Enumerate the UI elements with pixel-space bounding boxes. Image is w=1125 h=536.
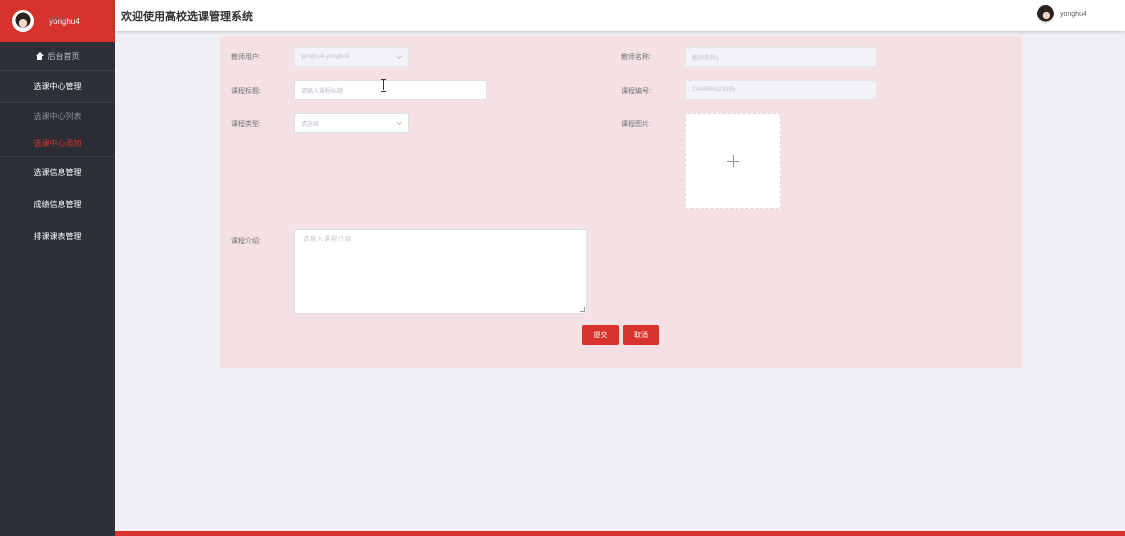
bottom-accent-bar xyxy=(115,531,1125,536)
header-username[interactable]: yonghu4 xyxy=(1060,11,1087,18)
top-bar: 欢迎使用高校选课管理系统 yonghu4 xyxy=(115,0,1125,31)
sidebar-item-label: 选课中心列表 xyxy=(33,112,82,121)
sidebar-item-grade-info[interactable]: 成绩信息管理 xyxy=(0,189,115,221)
sidebar-item-label: 选课中心添加 xyxy=(33,139,82,148)
course-intro-label: 课程介绍: xyxy=(231,238,261,245)
plus-icon xyxy=(727,155,739,167)
sidebar-user-header: 用户名 yonghu4 xyxy=(0,0,115,42)
avatar-image xyxy=(14,12,32,30)
teacher-name-placeholder: 教师名称1 xyxy=(692,55,720,62)
user-avatar[interactable] xyxy=(1037,5,1054,24)
teacher-name-label: 教师名称: xyxy=(621,54,651,61)
submit-button[interactable]: 提交 xyxy=(582,325,619,345)
course-image-label: 课程图片: xyxy=(621,121,651,128)
course-title-input[interactable]: 请输入课程标题 xyxy=(294,80,487,100)
home-icon xyxy=(35,52,44,60)
sidebar-item-course-center-add[interactable]: 选课中心添加 xyxy=(0,130,115,157)
course-title-label: 课程标题: xyxy=(231,88,261,95)
course-type-select[interactable]: 请选择 xyxy=(294,113,409,133)
course-title-placeholder: 请输入课程标题 xyxy=(301,88,344,95)
teacher-user-label: 教师用户: xyxy=(231,54,261,61)
teacher-user-select[interactable]: yonghu4-yonghu4 xyxy=(294,47,409,67)
course-no-field[interactable]: 1744594113395 xyxy=(685,80,877,100)
avatar[interactable] xyxy=(12,10,34,32)
chevron-down-icon xyxy=(396,119,402,126)
cancel-button[interactable]: 取消 xyxy=(623,325,659,345)
sidebar-item-label: 选课信息管理 xyxy=(33,168,82,177)
course-intro-placeholder: 请输入课程介绍 xyxy=(303,237,353,243)
course-no-value: 1744594113395 xyxy=(692,87,735,93)
sidebar-item-label: 排课课表管理 xyxy=(33,232,82,241)
sidebar-user-info: 用户名 yonghu4 xyxy=(49,16,80,27)
resize-handle-icon[interactable] xyxy=(580,307,585,312)
sidebar-item-label: 后台首页 xyxy=(47,52,80,61)
course-type-placeholder: 请选择 xyxy=(301,121,320,128)
sidebar-item-home[interactable]: 后台首页 xyxy=(0,42,115,71)
sidebar-item-course-center[interactable]: 选课中心管理 xyxy=(0,71,115,103)
course-image-upload[interactable] xyxy=(685,113,781,209)
sidebar-item-label: 选课中心管理 xyxy=(33,82,82,91)
teacher-name-field[interactable]: 教师名称1 xyxy=(685,47,877,67)
chevron-down-icon xyxy=(396,53,402,60)
course-no-label: 课程编号: xyxy=(621,88,651,95)
sidebar-item-schedule[interactable]: 排课课表管理 xyxy=(0,221,115,253)
sidebar-item-course-center-list[interactable]: 选课中心列表 xyxy=(0,103,115,130)
teacher-user-value: yonghu4-yonghu4 xyxy=(301,54,350,60)
avatar-image xyxy=(1037,5,1054,24)
sidebar-item-selection-info[interactable]: 选课信息管理 xyxy=(0,157,115,189)
sidebar: 用户名 yonghu4 后台首页 选课中心管理 选课中心列表 选课中心添加 选课… xyxy=(0,0,115,536)
sidebar-item-label: 成绩信息管理 xyxy=(33,200,82,209)
page-title: 欢迎使用高校选课管理系统 xyxy=(121,11,253,23)
user-label: 用户名 xyxy=(49,17,68,24)
text-cursor-icon xyxy=(381,79,386,92)
course-type-label: 课程类型: xyxy=(231,121,261,128)
course-intro-textarea[interactable]: 请输入课程介绍 xyxy=(294,229,587,314)
